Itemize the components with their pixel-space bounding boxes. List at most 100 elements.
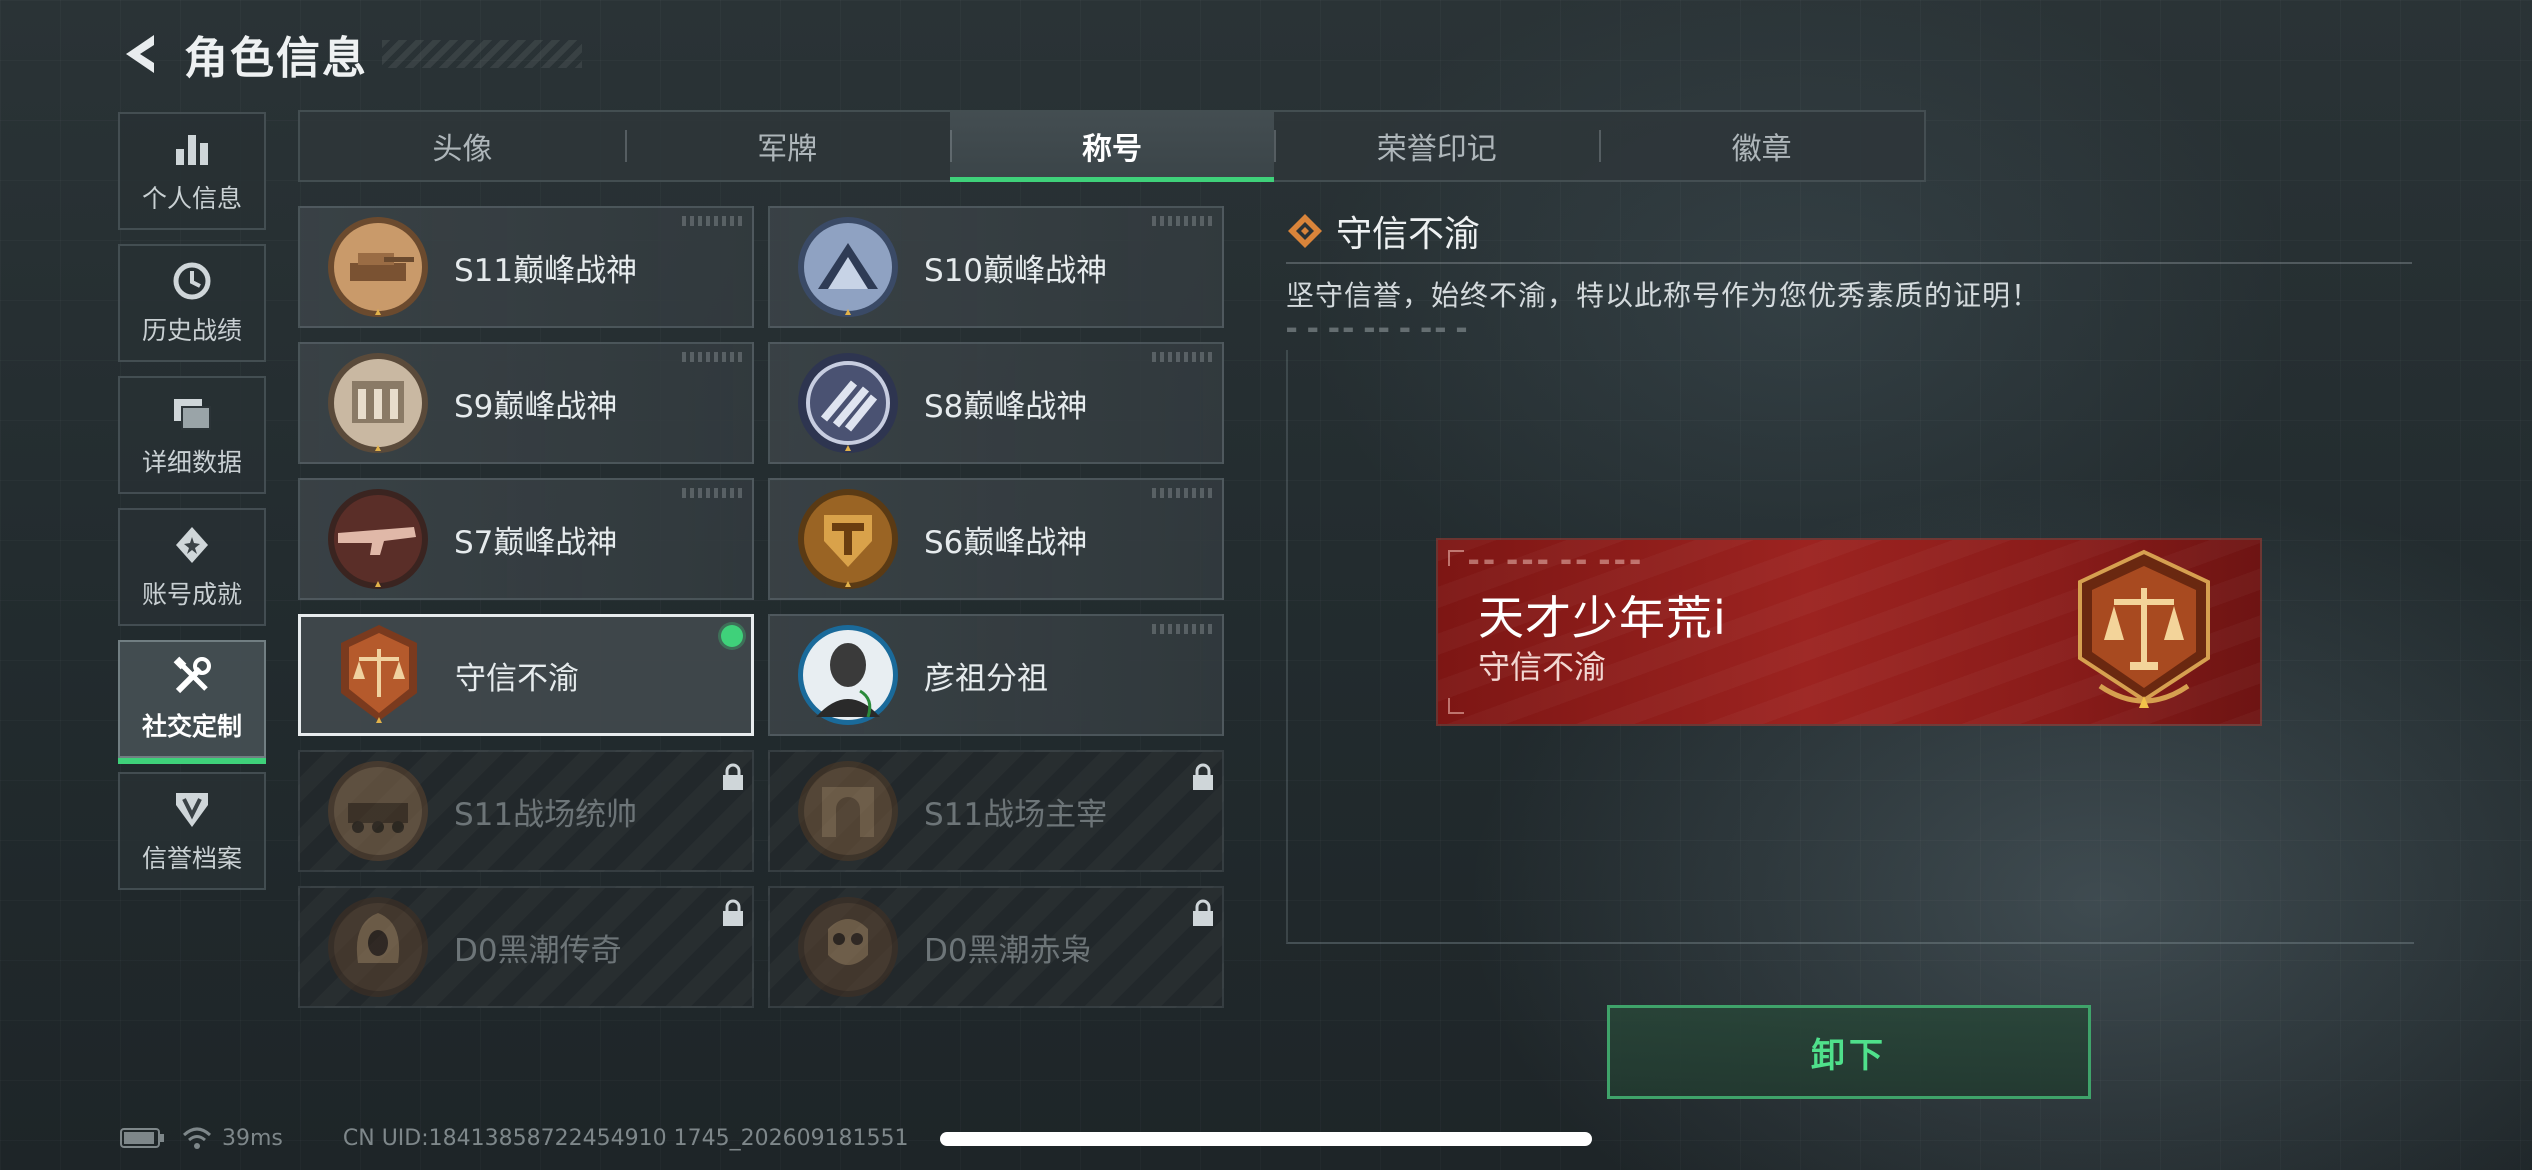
nav-label: 信誉档案 [141, 844, 242, 873]
title-name: D0黑潮赤枭 [924, 932, 1092, 969]
banner-corner [1448, 550, 1464, 566]
side-nav: 个人信息 历史战绩 详细数据 账号成就 社交定制 信誉档案 [118, 112, 266, 904]
lock-icon [1193, 763, 1213, 790]
tab-badge[interactable]: 徽章 [1599, 112, 1924, 180]
vehicle-medal-icon [328, 761, 428, 861]
title-name: S8巅峰战神 [924, 388, 1088, 425]
tab-dog-tag[interactable]: 军牌 [624, 112, 950, 180]
skull-mask-medal-icon [798, 897, 898, 997]
folder-icon [174, 399, 211, 430]
t-shield-medal-icon [798, 489, 898, 589]
station-medal-icon [798, 217, 898, 317]
clock-icon [173, 262, 211, 300]
title-name: 彦祖分祖 [924, 660, 1048, 697]
card-decoration [682, 488, 742, 498]
detail-description: 坚守信誉，始终不渝，特以此称号作为您优秀素质的证明！ [1286, 279, 2041, 312]
page-title: 角色信息 [184, 33, 368, 84]
lock-icon [723, 763, 743, 790]
detail-decoration-text: ▬ ▬ ▬▬ ▬▬ ▬ ▬▬ ▬ [1286, 322, 1471, 336]
building-medal-icon [328, 353, 428, 453]
portrait-avatar-icon [798, 625, 898, 725]
tab-title[interactable]: 称号 [949, 112, 1275, 182]
title-name: S10巅峰战神 [924, 252, 1108, 289]
nav-label: 账号成就 [141, 580, 242, 609]
nav-label: 个人信息 [141, 184, 242, 213]
title-card-locked[interactable]: S11战场统帅 [298, 750, 754, 872]
title-card-locked[interactable]: D0黑潮传奇 [298, 886, 754, 1008]
title-card-equipped[interactable]: 守信不渝 [298, 614, 754, 736]
title-banner-preview: ▬▬ ▬▬▬ ▬▬ ▬▬▬ 天才少年荒i 守信不渝 [1438, 540, 2260, 724]
detail-title: 守信不渝 [1336, 214, 1481, 255]
tools-icon [173, 656, 211, 694]
hooded-figure-medal-icon [328, 897, 428, 997]
nav-item-detailed-data[interactable]: 详细数据 [118, 376, 266, 494]
shield-icon [176, 793, 208, 827]
card-decoration [1152, 624, 1212, 634]
ping-text: 39ms [222, 1125, 283, 1151]
title-name: S11战场统帅 [454, 796, 638, 833]
title-name: 守信不渝 [455, 660, 579, 697]
tab-honor-mark[interactable]: 荣誉印记 [1274, 112, 1599, 180]
banner-title-text: 守信不渝 [1478, 648, 1607, 686]
title-name: D0黑潮传奇 [454, 932, 622, 969]
nav-item-achievements[interactable]: 账号成就 [118, 508, 266, 626]
title-decoration [382, 40, 582, 68]
home-indicator[interactable] [940, 1132, 1592, 1146]
tab-avatar[interactable]: 头像 [300, 112, 625, 180]
diamond-title-icon [1288, 214, 1322, 248]
title-name: S11战场主宰 [924, 796, 1108, 833]
banner-decoration: ▬▬ ▬▬▬ ▬▬ ▬▬▬ [1468, 554, 1645, 568]
title-card[interactable]: S10巅峰战神 [768, 206, 1224, 328]
scales-medal-icon [341, 625, 417, 723]
category-tabs: 头像 军牌 称号 荣誉印记 徽章 [298, 110, 1926, 182]
rifle-medal-icon [328, 489, 428, 589]
title-card-locked[interactable]: D0黑潮赤枭 [768, 886, 1224, 1008]
card-decoration [682, 352, 742, 362]
title-name: S9巅峰战神 [454, 388, 618, 425]
tank-medal-icon [328, 217, 428, 317]
stripes-medal-icon [798, 353, 898, 453]
title-card[interactable]: 彦祖分祖 [768, 614, 1224, 736]
nav-item-history[interactable]: 历史战绩 [118, 244, 266, 362]
achievement-icon [176, 527, 208, 563]
wifi-icon [182, 1127, 212, 1149]
nav-label: 历史战绩 [141, 316, 242, 345]
uid-text: CN UID:18413858722454910 1745_2026091815… [342, 1125, 909, 1151]
title-card[interactable]: S7巅峰战神 [298, 478, 754, 600]
nav-item-personal-info[interactable]: 个人信息 [118, 112, 266, 230]
detail-divider [1286, 262, 2412, 264]
card-decoration [682, 216, 742, 226]
title-card[interactable]: S6巅峰战神 [768, 478, 1224, 600]
scales-medal-icon [2078, 549, 2210, 708]
card-decoration [1152, 488, 1212, 498]
battery-icon [120, 1128, 164, 1148]
arch-medal-icon [798, 761, 898, 861]
back-arrow-icon[interactable] [118, 31, 164, 77]
nav-label: 详细数据 [141, 448, 242, 477]
card-decoration [1152, 352, 1212, 362]
banner-player-name: 天才少年荒i [1478, 591, 1727, 645]
bar-chart-icon [176, 135, 208, 165]
card-decoration [1152, 216, 1212, 226]
title-name: S11巅峰战神 [454, 252, 638, 289]
unequip-label: 卸下 [1811, 1035, 1887, 1076]
equipped-indicator-icon [721, 625, 743, 647]
title-card[interactable]: S11巅峰战神 [298, 206, 754, 328]
title-detail-panel: 守信不渝 坚守信誉，始终不渝，特以此称号作为您优秀素质的证明！ ▬ ▬ ▬▬ ▬… [1286, 206, 2412, 336]
title-grid: S11巅峰战神 S10巅峰战神 S9巅峰战神 S8巅峰战神 S7巅峰战神 S6巅… [298, 206, 1224, 1008]
title-card-locked[interactable]: S11战场主宰 [768, 750, 1224, 872]
page-header: 角色信息 [118, 22, 582, 86]
nav-label: 社交定制 [141, 712, 242, 741]
lock-icon [1193, 899, 1213, 926]
banner-corner [1448, 698, 1464, 714]
unequip-button[interactable]: 卸下 [1607, 1005, 2091, 1099]
lock-icon [723, 899, 743, 926]
title-name: S6巅峰战神 [924, 524, 1088, 561]
detail-header: 守信不渝 [1286, 206, 2412, 256]
status-bar: 39ms CN UID:18413858722454910 1745_20260… [120, 1118, 909, 1158]
title-card[interactable]: S9巅峰战神 [298, 342, 754, 464]
title-name: S7巅峰战神 [454, 524, 618, 561]
nav-item-social-customization[interactable]: 社交定制 [118, 640, 266, 764]
title-card[interactable]: S8巅峰战神 [768, 342, 1224, 464]
nav-item-credit-record[interactable]: 信誉档案 [118, 772, 266, 890]
